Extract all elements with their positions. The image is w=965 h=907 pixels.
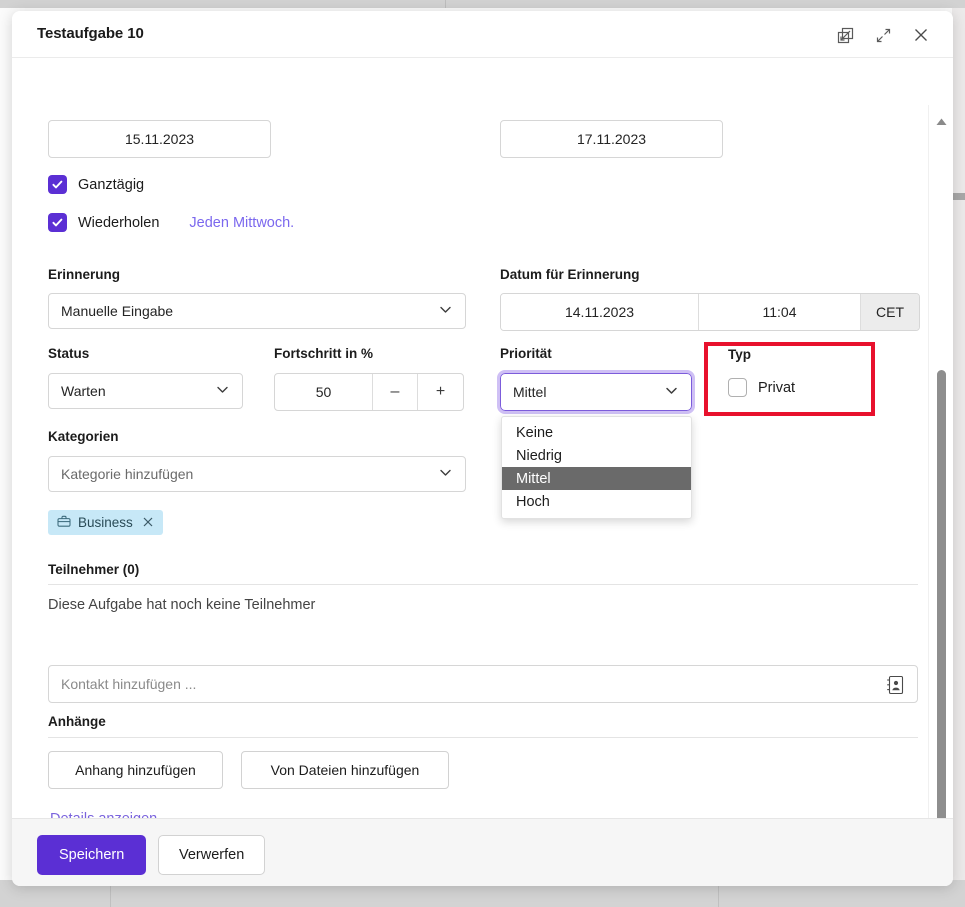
popout-button[interactable] (829, 19, 861, 51)
priority-option-niedrig[interactable]: Niedrig (502, 444, 691, 467)
participants-empty-text: Diese Aufgabe hat noch keine Teilnehmer (48, 597, 315, 613)
priority-dropdown-menu: Keine Niedrig Mittel Hoch (501, 416, 692, 519)
reminder-time-value: 11:04 (763, 304, 797, 320)
status-value: Warten (61, 383, 106, 399)
progress-label: Fortschritt in % (274, 346, 373, 361)
discard-button[interactable]: Verwerfen (158, 835, 265, 875)
progress-increment-button[interactable]: + (418, 374, 463, 410)
reminder-datetime-group: 14.11.2023 11:04 CET (500, 293, 920, 331)
private-label: Privat (758, 380, 795, 396)
close-button[interactable] (905, 19, 937, 51)
close-icon (912, 26, 930, 44)
category-tag-remove-icon[interactable] (142, 515, 154, 531)
progress-stepper: 50 – + (274, 373, 464, 411)
repeat-rule-link[interactable]: Jeden Mittwoch. (189, 215, 294, 231)
priority-option-keine[interactable]: Keine (502, 421, 691, 444)
participants-label: Teilnehmer (0) (48, 562, 139, 577)
priority-option-mittel[interactable]: Mittel (502, 467, 691, 490)
type-highlight-box: Typ Privat (704, 342, 875, 416)
contact-input[interactable]: Kontakt hinzufügen ... (48, 665, 918, 703)
app-root: Testaufgabe 10 (0, 0, 965, 907)
categories-label: Kategorien (48, 429, 119, 444)
repeat-checkbox-row[interactable]: Wiederholen Jeden Mittwoch. (48, 213, 294, 232)
allday-checkbox-row[interactable]: Ganztägig (48, 175, 144, 194)
end-date-field[interactable]: 17.11.2023 (500, 120, 723, 158)
private-checkbox-row[interactable]: Privat (728, 378, 795, 397)
participants-divider (48, 584, 918, 585)
attachments-divider (48, 737, 918, 738)
reminder-timezone-field[interactable]: CET (861, 294, 919, 330)
background-right-mark (952, 193, 965, 200)
status-select[interactable]: Warten (48, 373, 243, 409)
progress-value[interactable]: 50 (275, 374, 373, 410)
chevron-down-icon (664, 383, 679, 401)
reminder-label: Erinnerung (48, 267, 120, 282)
add-from-files-button[interactable]: Von Dateien hinzufügen (241, 751, 449, 789)
add-attachment-button[interactable]: Anhang hinzufügen (48, 751, 223, 789)
popout-icon (837, 27, 854, 44)
end-date-value: 17.11.2023 (577, 131, 646, 147)
priority-label: Priorität (500, 346, 552, 361)
dialog-footer: Speichern Verwerfen (12, 818, 953, 886)
page-title: Testaufgabe 10 (37, 25, 144, 42)
chevron-up-icon (936, 113, 947, 131)
contact-input-placeholder: Kontakt hinzufügen ... (61, 676, 196, 692)
vertical-scrollbar[interactable] (928, 105, 953, 865)
status-label: Status (48, 346, 89, 361)
priority-value: Mittel (513, 384, 546, 400)
save-button[interactable]: Speichern (37, 835, 146, 875)
start-date-field[interactable]: 15.11.2023 (48, 120, 271, 158)
window-buttons (829, 19, 937, 51)
chevron-down-icon (438, 302, 453, 320)
repeat-checkbox[interactable] (48, 213, 67, 232)
scrollbar-thumb[interactable] (937, 370, 946, 846)
reminder-date-label: Datum für Erinnerung (500, 267, 640, 282)
progress-decrement-button[interactable]: – (373, 374, 418, 410)
category-select[interactable]: Kategorie hinzufügen (48, 456, 466, 492)
reminder-value: Manuelle Eingabe (61, 303, 173, 319)
dialog-body: 15.11.2023 17.11.2023 Ganztägig (12, 58, 953, 818)
expand-button[interactable] (867, 19, 899, 51)
reminder-date-field[interactable]: 14.11.2023 (501, 294, 699, 330)
private-checkbox[interactable] (728, 378, 747, 397)
scroll-up-button[interactable] (929, 111, 953, 133)
background-top-divider (445, 0, 446, 8)
expand-diagonal-icon (875, 27, 892, 44)
task-dialog: Testaufgabe 10 (12, 11, 953, 886)
background-right-strip (952, 8, 965, 880)
reminder-timezone-value: CET (876, 304, 904, 320)
briefcase-icon (57, 515, 71, 531)
attachments-label: Anhänge (48, 714, 106, 729)
priority-option-hoch[interactable]: Hoch (502, 490, 691, 513)
chevron-down-icon (438, 465, 453, 483)
allday-checkbox[interactable] (48, 175, 67, 194)
reminder-date-value: 14.11.2023 (565, 304, 634, 320)
start-date-value: 15.11.2023 (125, 131, 194, 147)
dialog-titlebar: Testaufgabe 10 (12, 11, 953, 58)
category-tag-business[interactable]: Business (48, 510, 163, 535)
category-tag-label: Business (78, 515, 133, 530)
reminder-select[interactable]: Manuelle Eingabe (48, 293, 466, 329)
type-label: Typ (728, 347, 751, 362)
priority-select[interactable]: Mittel (500, 373, 692, 411)
reminder-time-field[interactable]: 11:04 (699, 294, 861, 330)
allday-label: Ganztägig (78, 177, 144, 193)
form-content: 15.11.2023 17.11.2023 Ganztägig (12, 58, 928, 818)
repeat-label: Wiederholen (78, 215, 159, 231)
chevron-down-icon (215, 382, 230, 400)
background-top-band (0, 0, 965, 8)
contact-card-icon[interactable] (886, 675, 905, 700)
category-placeholder: Kategorie hinzufügen (61, 466, 193, 482)
